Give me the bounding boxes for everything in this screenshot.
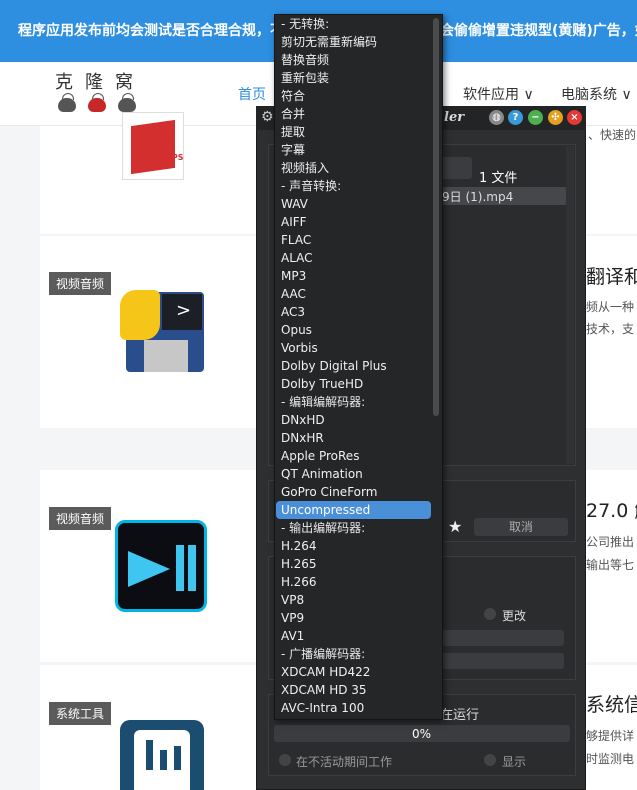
menu-item[interactable]: H.265 [281,555,431,573]
menu-item[interactable]: 合并 [281,105,431,123]
dropdown-scrollbar[interactable] [433,18,439,416]
card-desc: 公司推出 [586,535,635,549]
change-radio[interactable] [484,608,496,620]
menu-item[interactable]: AC3 [281,303,431,321]
menu-item[interactable]: QT Animation [281,465,431,483]
wps-box-icon: WPS [122,112,184,180]
menu-item[interactable]: Uncompressed [276,501,431,519]
card-desc: 技术，支 [586,322,635,336]
cancel-button[interactable]: 取消 [474,518,568,536]
menu-item[interactable]: FLAC [281,231,431,249]
card-desc: 频从一种 [586,300,635,314]
nav-pc-system[interactable]: 电脑系统 ∨ [561,84,632,104]
change-label: 更改 [502,609,527,623]
logo-bug-icon [118,93,136,112]
menu-item[interactable]: DNxHD [281,411,431,429]
menu-item[interactable]: 视频插入 [281,159,431,177]
category-tag[interactable]: 视频音频 [49,272,112,295]
menu-item[interactable]: Vorbis [281,339,431,357]
menu-section-header: - 无转换: [281,17,330,31]
menu-item[interactable]: AV1 [281,627,431,645]
menu-item[interactable]: VP8 [281,591,431,609]
work-inactive-label: 在不活动期间工作 [296,755,393,769]
powerdirector-icon [115,520,207,612]
menu-item[interactable]: H.266 [281,573,431,591]
menu-item[interactable]: Dolby Digital Plus [281,357,431,375]
menu-item[interactable]: XDCAM HD 35 [281,681,431,699]
output-field[interactable] [440,630,564,646]
menu-item[interactable]: GoPro CineForm [281,483,431,501]
file-name[interactable]: 9日 (1).mp4 [442,188,513,205]
python-floppy-icon: > [116,284,208,376]
menu-item[interactable]: AAC [281,285,431,303]
menu-section-header: - 声音转换: [281,179,342,193]
card-title[interactable]: 27.0 解 [586,496,637,523]
category-tag[interactable]: 视频音频 [49,507,112,530]
menu-item[interactable]: 重新包装 [281,69,431,87]
file-list-scrollbar[interactable] [566,146,574,464]
maximize-icon[interactable]: ✣ [548,110,563,125]
logo-bug-icon [88,93,106,112]
app-title: ler [444,110,465,125]
nav-software-apps[interactable]: 软件应用 ∨ [463,84,534,104]
running-label: 在运行 [440,708,480,723]
work-inactive-radio[interactable] [279,754,291,766]
close-icon[interactable]: × [567,110,582,125]
progress-text: 0% [412,727,432,741]
menu-item[interactable]: AVC-Intra 100 [281,699,431,717]
globe-icon[interactable]: ◍ [489,110,504,125]
card-desc: 够提供详 [586,729,635,743]
menu-item[interactable]: 字幕 [281,141,431,159]
card-desc: 输出等七 [586,558,635,572]
logo-bug-icon [58,93,76,112]
menu-item[interactable]: 提取 [281,123,431,141]
show-radio[interactable] [484,754,496,766]
menu-item[interactable]: ALAC [281,249,431,267]
menu-item[interactable]: 剪切无需重新编码 [281,33,431,51]
site-logo[interactable]: 克隆窝 [55,68,145,94]
banner-text-left: 程序应用发布前均会测试是否合理合规，不 [18,23,284,39]
menu-section-header: - 广播编解码器: [281,647,366,661]
menu-item[interactable]: Dolby TrueHD [281,375,431,393]
menu-section-header: - 编辑编解码器: [281,395,366,409]
category-tag[interactable]: 系统工具 [49,702,112,725]
menu-item[interactable]: XDCAM HD422 [281,663,431,681]
banner-text-right: 会偷偷增置违规型(黄赌)广告，如 [440,23,637,39]
menu-item[interactable]: WAV [281,195,431,213]
menu-item[interactable]: AIFF [281,213,431,231]
show-label: 显示 [502,755,527,769]
menu-item[interactable]: 替换音频 [281,51,431,69]
file-count: 1 文件 [479,171,518,186]
menu-item[interactable]: DNxHR [281,429,431,447]
help-icon[interactable]: ? [508,110,523,125]
menu-item[interactable]: Apple ProRes [281,447,431,465]
menu-section-header: - 输出编解码器: [281,521,366,535]
card-desc: 时监测电 [586,752,635,766]
favorite-star-icon[interactable]: ★ [448,517,462,536]
settings-gear-icon[interactable]: ⚙ [261,109,274,125]
output-field[interactable] [440,653,564,669]
minimize-icon[interactable]: − [528,110,543,125]
card-title[interactable]: 翻译和 [586,262,637,289]
hwinfo-icon [120,720,204,790]
menu-item[interactable]: MP3 [281,267,431,285]
card-desc: 、快速的 [588,128,637,142]
menu-item[interactable]: Opus [281,321,431,339]
card-title[interactable]: 系统信 [586,690,637,717]
menu-item[interactable]: VP9 [281,609,431,627]
menu-item[interactable]: H.264 [281,537,431,555]
nav-home[interactable]: 首页 [238,84,266,104]
menu-item[interactable]: 符合 [281,87,431,105]
